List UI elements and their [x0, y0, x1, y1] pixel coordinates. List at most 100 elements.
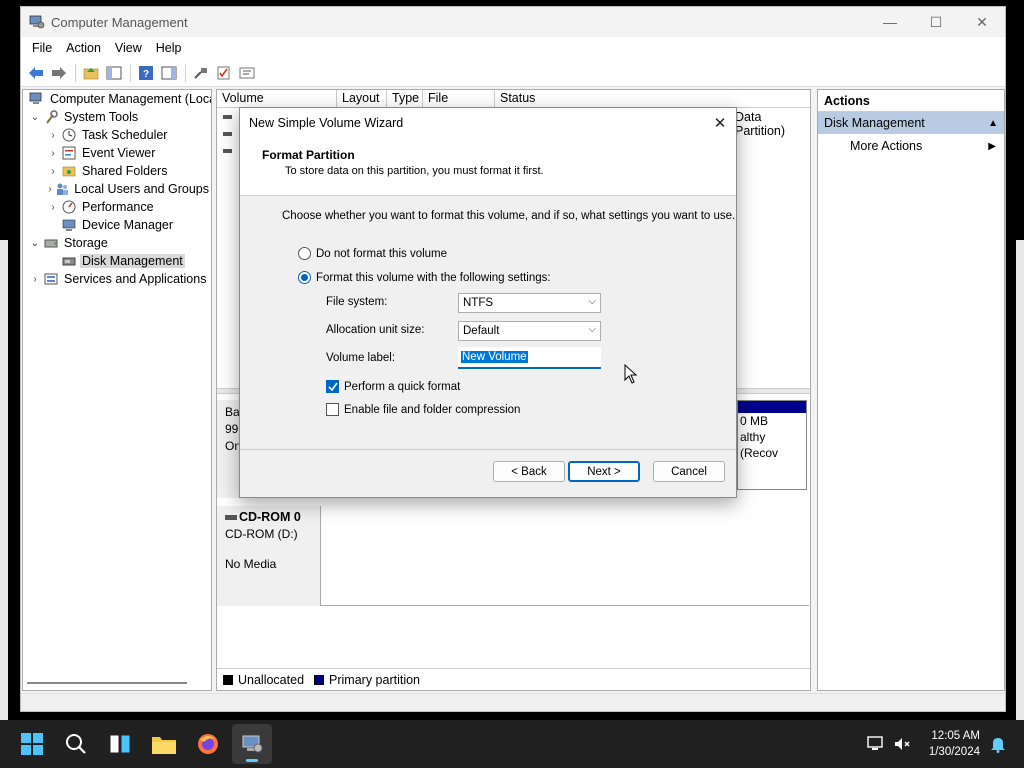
back-arrow-icon[interactable] — [25, 62, 47, 84]
toolbar: ? — [21, 59, 1005, 87]
cancel-button[interactable]: Cancel — [653, 461, 725, 482]
tree-item-shared-folders[interactable]: › Shared Folders — [23, 162, 211, 180]
tree-item-local-users[interactable]: › Local Users and Groups — [23, 180, 211, 198]
compression-checkbox[interactable] — [326, 403, 339, 416]
column-file-system[interactable]: File System — [423, 90, 495, 119]
toolbar-separator — [185, 63, 186, 82]
radio-button-selected[interactable] — [298, 271, 311, 284]
quick-format-checkbox[interactable] — [326, 380, 339, 393]
menu-help[interactable]: Help — [149, 41, 189, 55]
mouse-cursor-icon — [624, 364, 638, 384]
folder-icon — [152, 737, 176, 754]
chevron-down-icon[interactable]: ⌄ — [29, 238, 41, 249]
tree-item-label: Performance — [82, 200, 154, 214]
minimize-button[interactable]: — — [867, 7, 913, 37]
column-layout[interactable]: Layout — [337, 90, 387, 107]
notification-bell-icon[interactable] — [986, 732, 1010, 756]
legend: Unallocated Primary partition — [217, 668, 810, 690]
network-icon[interactable] — [864, 732, 888, 756]
disk-0-recovery-partition[interactable]: 0 MB althy (Recov — [737, 400, 807, 490]
cdrom-0-area[interactable] — [321, 506, 809, 606]
chevron-right-icon[interactable]: › — [47, 184, 53, 195]
volume-label-value: New Volume — [461, 351, 528, 363]
menu-action[interactable]: Action — [59, 41, 108, 55]
show-action-pane-icon[interactable] — [158, 62, 180, 84]
chevron-right-icon[interactable]: › — [47, 166, 59, 177]
legend-unallocated-label: Unallocated — [238, 672, 305, 687]
tree-item-disk-management[interactable]: Disk Management — [23, 252, 211, 270]
computer-management-taskbar-button[interactable] — [232, 724, 272, 764]
chevron-right-icon: ▶ — [988, 140, 996, 152]
device-manager-icon — [61, 217, 77, 233]
back-button[interactable]: < Back — [493, 461, 565, 482]
wizard-heading: Format Partition — [262, 148, 355, 162]
more-actions-label: More Actions — [850, 139, 923, 153]
radio-button[interactable] — [298, 247, 311, 260]
chevron-right-icon[interactable]: › — [47, 130, 59, 141]
tree-item-performance[interactable]: › Performance — [23, 198, 211, 216]
firefox-button[interactable] — [188, 724, 228, 764]
next-button[interactable]: Next > — [568, 461, 640, 482]
tree-item-system-tools[interactable]: ⌄ System Tools — [23, 108, 211, 126]
tree-item-label: Device Manager — [82, 218, 174, 232]
clock-time: 12:05 AM — [931, 730, 980, 742]
clock-date: 1/30/2024 — [928, 746, 980, 758]
wizard-subheading: To store data on this partition, you mus… — [285, 165, 544, 177]
tree-item-computer-management[interactable]: Computer Management (Local — [23, 90, 211, 108]
allocation-unit-label: Allocation unit size: — [326, 324, 425, 336]
radio-format-volume[interactable]: Format this volume with the following se… — [298, 271, 551, 284]
tree-item-storage[interactable]: ⌄ Storage — [23, 234, 211, 252]
chevron-down-icon[interactable]: ⌄ — [29, 112, 41, 123]
volume-status-text: Data Partition) — [735, 110, 786, 138]
window-title: Computer Management — [51, 14, 188, 30]
connect-icon[interactable] — [190, 62, 212, 84]
column-type[interactable]: Type — [387, 90, 423, 107]
quick-format-checkbox-row[interactable]: Perform a quick format — [326, 380, 460, 393]
tree-item-event-viewer[interactable]: › Event Viewer — [23, 144, 211, 162]
allocation-unit-select[interactable]: Default ⌵ — [458, 321, 601, 341]
actions-section-label: Disk Management — [824, 116, 925, 130]
compression-checkbox-row[interactable]: Enable file and folder compression — [326, 403, 520, 416]
maximize-button[interactable]: ☐ — [913, 7, 959, 37]
properties-icon[interactable] — [236, 62, 258, 84]
dialog-close-button[interactable]: ✕ — [704, 108, 736, 138]
volume-label-input[interactable]: New Volume — [458, 347, 601, 369]
tree-scrollbar[interactable] — [27, 682, 187, 684]
column-volume[interactable]: Volume — [217, 90, 337, 107]
volume-muted-icon[interactable] — [890, 732, 914, 756]
forward-arrow-icon[interactable] — [48, 62, 70, 84]
radio-label: Format this volume with the following se… — [316, 271, 551, 284]
search-button[interactable] — [56, 724, 96, 764]
close-button[interactable]: ✕ — [959, 7, 1005, 37]
radio-do-not-format[interactable]: Do not format this volume — [298, 247, 447, 260]
computer-management-icon — [29, 15, 45, 29]
actions-header: Actions — [818, 90, 1004, 112]
show-hide-tree-icon[interactable] — [103, 62, 125, 84]
tree-item-task-scheduler[interactable]: › Task Scheduler — [23, 126, 211, 144]
title-bar: Computer Management — ☐ ✕ — [21, 7, 1005, 37]
legend-primary-label: Primary partition — [329, 672, 421, 687]
partition-size: 0 MB — [740, 414, 769, 428]
column-status[interactable]: Status — [495, 90, 810, 107]
menu-file[interactable]: File — [25, 41, 59, 55]
system-clock[interactable]: 12:05 AM 1/30/2024 — [929, 728, 980, 760]
help-icon[interactable]: ? — [135, 62, 157, 84]
cdrom-0-label[interactable]: CD-ROM 0 CD-ROM (D:) No Media — [217, 506, 321, 606]
primary-swatch — [314, 674, 325, 685]
actions-section-disk-management[interactable]: Disk Management ▲ — [818, 112, 1004, 134]
checklist-icon[interactable] — [213, 62, 235, 84]
chevron-right-icon[interactable]: › — [47, 148, 59, 159]
task-view-button[interactable] — [100, 724, 140, 764]
chevron-right-icon[interactable]: › — [47, 202, 59, 213]
tree-item-device-manager[interactable]: Device Manager — [23, 216, 211, 234]
menu-view[interactable]: View — [108, 41, 149, 55]
chevron-right-icon[interactable]: › — [29, 274, 41, 285]
up-folder-icon[interactable] — [80, 62, 102, 84]
start-button[interactable] — [12, 724, 52, 764]
collapse-up-icon[interactable]: ▲ — [988, 118, 998, 129]
file-system-label: File system: — [326, 296, 388, 308]
more-actions-item[interactable]: More Actions ▶ — [818, 134, 1004, 158]
file-explorer-button[interactable] — [144, 724, 184, 764]
file-system-select[interactable]: NTFS ⌵ — [458, 293, 601, 313]
tree-item-services[interactable]: › Services and Applications — [23, 270, 211, 288]
